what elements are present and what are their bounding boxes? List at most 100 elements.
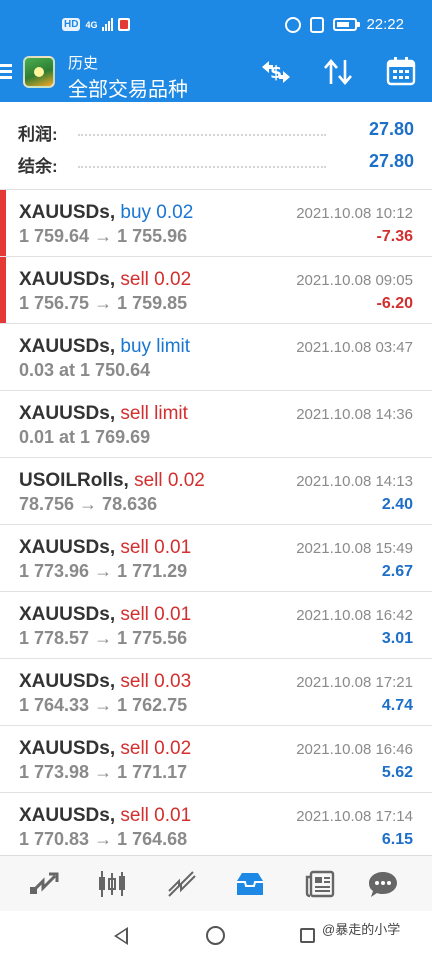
trade-symbol: XAUUSDs [19,604,110,625]
trade-type: buy 0.02 [120,202,194,223]
trade-time: 2021.10.08 14:36 [296,406,413,423]
home-icon[interactable] [206,926,225,945]
dotted-leader [78,134,326,136]
alarm-icon [285,16,302,33]
menu-icon[interactable] [0,64,14,80]
balance-value: 27.80 [368,151,414,171]
trade-symbol: XAUUSDs [19,403,110,424]
news-icon[interactable] [304,868,336,900]
summary-panel: 利润: 27.80 结余: 27.80 [0,102,432,190]
currency-exchange-icon[interactable]: $ [258,57,294,92]
trade-type: buy limit [120,336,191,357]
trade-time: 2021.10.08 16:46 [296,741,413,758]
trade-time: 2021.10.08 10:12 [296,205,413,222]
trade-prices: 78.756 → 78.636 [19,494,158,514]
trade-prices: 1 759.64 → 1 755.96 [19,226,188,246]
calendar-icon[interactable] [386,56,416,91]
trade-time: 2021.10.08 09:05 [296,272,413,289]
trade-row[interactable]: XAUUSDs, buy limit 0.03 at 1 750.64 2021… [0,324,432,391]
dotted-leader [78,166,326,168]
profit-row: 利润: 27.80 [18,116,414,146]
trade-profit: -7.36 [376,228,413,245]
trade-symbol: XAUUSDs [19,671,110,692]
trade-type: sell 0.03 [120,671,192,692]
trade-time: 2021.10.08 17:21 [296,674,413,691]
app-logo [23,56,55,88]
app-header: HD 4G 22:22 历史 全部交易品种 $ [0,0,432,102]
trade-profit: -6.20 [376,295,413,312]
trade-row[interactable]: XAUUSDs, sell 0.01 1 770.83 → 1 764.68 2… [0,793,432,860]
trade-time: 2021.10.08 14:13 [296,473,413,490]
trade-prices: 1 778.57 → 1 775.56 [19,628,188,648]
trade-prices: 1 773.98 → 1 771.17 [19,762,188,782]
trade-prices: 1 756.75 → 1 759.85 [19,293,188,313]
sort-icon[interactable] [322,57,354,92]
trade-history-list: XAUUSDs, buy 0.02 1 759.64 → 1 755.96 20… [0,190,432,860]
trade-symbol: XAUUSDs [19,336,110,357]
chart-icon[interactable] [96,868,128,900]
battery-icon [333,18,361,31]
balance-row: 结余: 27.80 [18,148,414,178]
row-marker [0,257,6,323]
quotes-icon[interactable] [27,868,59,900]
trade-prices: 0.03 at 1 750.64 [19,360,151,380]
trade-type: sell 0.01 [120,604,192,625]
trade-type: sell limit [120,403,188,424]
trade-prices: 1 773.96 → 1 771.29 [19,561,188,581]
svg-text:$: $ [270,63,282,83]
trade-time: 2021.10.08 16:42 [296,607,413,624]
trade-profit: 4.74 [381,697,413,714]
trade-symbol: USOILRolls [19,470,124,491]
signal-icon [102,18,114,31]
messages-icon[interactable] [367,868,399,900]
trade-type: sell 0.02 [120,738,192,759]
watermark: @暴走的小学 [322,922,401,937]
trade-symbol: XAUUSDs [19,202,110,223]
notification-app-icon [118,18,131,31]
trade-symbol: XAUUSDs [19,269,110,290]
status-right: 22:22 [285,16,404,33]
trade-prices: 1 764.33 → 1 762.75 [19,695,188,715]
history-icon[interactable] [234,868,266,900]
trade-row[interactable]: XAUUSDs, sell 0.02 1 756.75 → 1 759.85 2… [0,257,432,324]
network-label: 4G [85,19,98,30]
trade-time: 2021.10.08 03:47 [296,339,413,356]
trade-time: 2021.10.08 17:14 [296,808,413,825]
balance-label: 结余: [18,157,58,176]
header-title[interactable]: 全部交易品种 [68,73,188,102]
recent-apps-icon[interactable] [300,928,315,943]
trade-time: 2021.10.08 15:49 [296,540,413,557]
trade-profit: 5.62 [381,764,413,781]
bottom-tab-bar [0,855,432,911]
trade-profit: 6.15 [381,831,413,848]
trade-row[interactable]: XAUUSDs, buy 0.02 1 759.64 → 1 755.96 20… [0,190,432,257]
trade-row[interactable]: XAUUSDs, sell 0.02 1 773.98 → 1 771.17 2… [0,726,432,793]
trade-symbol: XAUUSDs [19,805,110,826]
vibrate-icon [310,16,325,33]
trade-row[interactable]: XAUUSDs, sell 0.01 1 778.57 → 1 775.56 2… [0,592,432,659]
back-icon[interactable] [114,927,128,945]
trade-icon[interactable] [166,868,198,900]
trade-profit: 3.01 [381,630,413,647]
trade-profit: 2.67 [381,563,413,580]
trade-row[interactable]: XAUUSDs, sell 0.03 1 764.33 → 1 762.75 2… [0,659,432,726]
profit-label: 利润: [18,125,58,144]
status-left: HD 4G [62,18,131,31]
profit-value: 27.80 [368,119,414,139]
trade-symbol: XAUUSDs [19,738,110,759]
status-bar: HD 4G 22:22 [0,0,432,48]
status-time: 22:22 [366,16,404,33]
trade-symbol: XAUUSDs [19,537,110,558]
trade-type: sell 0.02 [134,470,205,491]
trade-row[interactable]: XAUUSDs, sell limit 0.01 at 1 769.69 202… [0,391,432,458]
trade-type: sell 0.02 [120,269,192,290]
row-marker [0,190,6,256]
trade-type: sell 0.01 [120,805,192,826]
trade-prices: 1 770.83 → 1 764.68 [19,829,188,849]
hd-badge: HD [62,18,81,31]
trade-row[interactable]: USOILRolls, sell 0.02 78.756 → 78.636 20… [0,458,432,525]
trade-row[interactable]: XAUUSDs, sell 0.01 1 773.96 → 1 771.29 2… [0,525,432,592]
header-subtitle: 历史 [68,55,99,72]
trade-prices: 0.01 at 1 769.69 [19,427,151,447]
trade-profit: 2.40 [381,496,413,513]
